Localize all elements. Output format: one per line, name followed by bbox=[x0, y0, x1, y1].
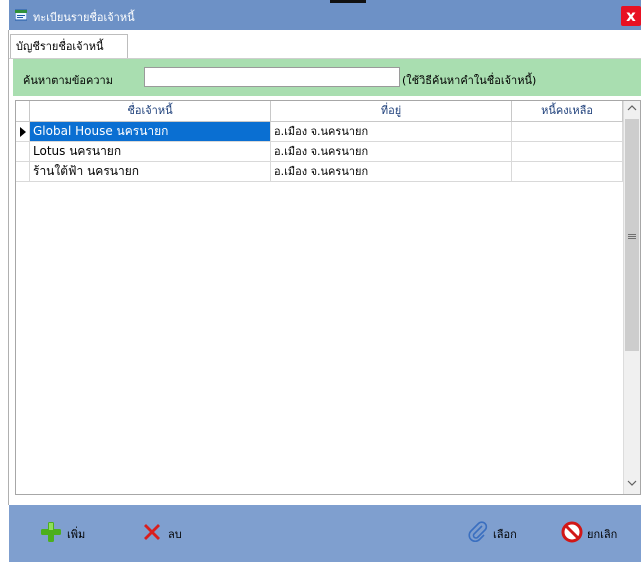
row-header-corner bbox=[16, 101, 30, 121]
cell-balance[interactable] bbox=[512, 162, 623, 182]
row-indicator bbox=[16, 142, 30, 162]
top-edge-fragment bbox=[330, 0, 366, 3]
chevron-down-icon bbox=[627, 480, 637, 486]
cell-balance[interactable] bbox=[512, 142, 623, 162]
row-indicator bbox=[16, 162, 30, 182]
close-button[interactable]: x bbox=[621, 6, 641, 26]
cancel-label: ยกเลิก bbox=[587, 527, 618, 541]
scroll-thumb[interactable] bbox=[625, 119, 639, 351]
window-left-border bbox=[8, 30, 9, 505]
cell-name[interactable]: Global House นครนายก bbox=[30, 122, 271, 142]
scroll-down-button[interactable] bbox=[624, 476, 640, 493]
vertical-scrollbar[interactable] bbox=[623, 101, 640, 494]
search-input[interactable] bbox=[144, 67, 400, 87]
cell-name[interactable]: ร้านใต้ฟ้า นครนายก bbox=[30, 162, 271, 182]
delete-label: ลบ bbox=[168, 527, 182, 541]
window-title: ทะเบียนรายชื่อเจ้าหนี้ bbox=[33, 11, 135, 24]
select-button[interactable]: เลือก bbox=[467, 505, 517, 562]
search-hint: (ใช้วิธีค้นหาคำในชื่อเจ้าหนี้) bbox=[402, 74, 537, 87]
table-row[interactable]: ร้านใต้ฟ้า นครนายก อ.เมือง จ.นครนายก bbox=[16, 162, 624, 182]
search-bar: ค้นหาตามข้อความ (ใช้วิธีค้นหาคำในชื่อเจ้… bbox=[13, 59, 641, 96]
delete-button[interactable]: ลบ bbox=[140, 505, 182, 562]
cell-balance[interactable] bbox=[512, 122, 623, 142]
tab-creditor-list[interactable]: บัญชีรายชื่อเจ้าหนี้ bbox=[10, 34, 128, 58]
search-label: ค้นหาตามข้อความ bbox=[23, 74, 113, 87]
bottom-toolbar: เพิ่ม ลบ เลือก ยกเลิก bbox=[9, 505, 641, 562]
add-button[interactable]: เพิ่ม bbox=[39, 505, 85, 562]
table-row[interactable]: Lotus นครนายก อ.เมือง จ.นครนายก bbox=[16, 142, 624, 162]
cancel-button[interactable]: ยกเลิก bbox=[561, 505, 617, 562]
paperclip-icon bbox=[467, 521, 489, 546]
grid-header: ชื่อเจ้าหนี้ ที่อยู่ หนี้คงเหลือ bbox=[16, 101, 624, 122]
plus-icon bbox=[39, 520, 63, 547]
column-header-address[interactable]: ที่อยู่ bbox=[271, 101, 512, 121]
close-icon: x bbox=[626, 7, 636, 25]
table-row[interactable]: Global House นครนายก อ.เมือง จ.นครนายก bbox=[16, 122, 624, 142]
cell-name[interactable]: Lotus นครนายก bbox=[30, 142, 271, 162]
column-header-balance[interactable]: หนี้คงเหลือ bbox=[512, 101, 623, 121]
current-row-arrow-icon bbox=[20, 127, 26, 137]
row-indicator bbox=[16, 122, 30, 142]
creditor-grid: ชื่อเจ้าหนี้ ที่อยู่ หนี้คงเหลือ Global … bbox=[15, 100, 641, 495]
cell-address[interactable]: อ.เมือง จ.นครนายก bbox=[271, 162, 512, 182]
title-bar: ทะเบียนรายชื่อเจ้าหนี้ x bbox=[9, 0, 641, 30]
app-window-icon bbox=[14, 9, 28, 21]
x-icon bbox=[140, 520, 164, 547]
column-header-name[interactable]: ชื่อเจ้าหนี้ bbox=[30, 101, 271, 121]
chevron-up-icon bbox=[627, 105, 637, 111]
add-label: เพิ่ม bbox=[67, 527, 86, 541]
scroll-grip-icon bbox=[628, 234, 636, 235]
cell-address[interactable]: อ.เมือง จ.นครนายก bbox=[271, 122, 512, 142]
scroll-up-button[interactable] bbox=[624, 101, 640, 118]
cell-address[interactable]: อ.เมือง จ.นครนายก bbox=[271, 142, 512, 162]
no-entry-icon bbox=[561, 521, 583, 546]
select-label: เลือก bbox=[493, 527, 517, 541]
